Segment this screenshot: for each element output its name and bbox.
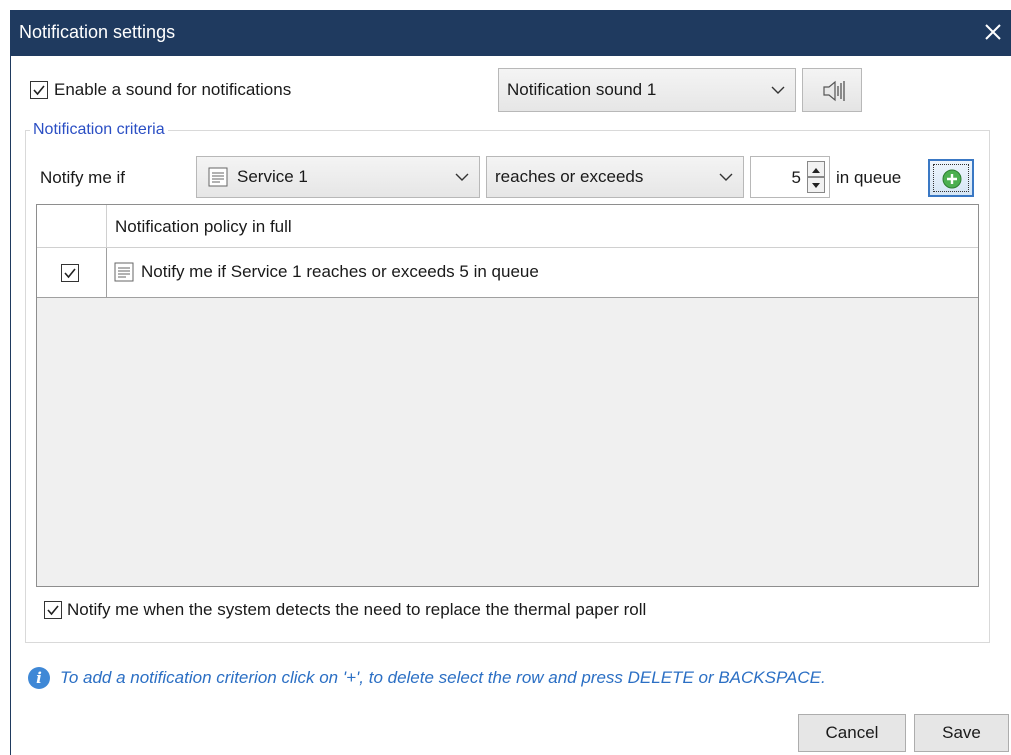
cancel-button[interactable]: Cancel bbox=[798, 714, 906, 752]
row-check-cell bbox=[37, 248, 107, 298]
in-queue-label: in queue bbox=[836, 168, 902, 187]
operator-select[interactable]: reaches or exceeds bbox=[486, 156, 744, 198]
column-header-policy: Notification policy in full bbox=[115, 217, 292, 236]
info-hint: i To add a notification criterion click … bbox=[28, 667, 826, 689]
table-row[interactable]: Notify me if Service 1 reaches or exceed… bbox=[37, 248, 978, 298]
chevron-down-icon bbox=[719, 173, 733, 181]
spin-down-icon bbox=[812, 183, 820, 188]
add-plus-icon bbox=[942, 169, 962, 189]
enable-sound-checkbox[interactable]: Enable a sound for notifications bbox=[30, 80, 291, 100]
chevron-down-icon bbox=[771, 86, 785, 94]
enable-sound-label: Enable a sound for notifications bbox=[54, 80, 292, 99]
threshold-spinner[interactable]: 5 bbox=[750, 156, 830, 198]
focus-rect bbox=[933, 164, 969, 192]
row-policy-text: Notify me if Service 1 reaches or exceed… bbox=[141, 262, 539, 281]
title-bar: Notification settings bbox=[11, 10, 1011, 56]
spin-up-button[interactable] bbox=[807, 161, 825, 177]
checkbox-checked-icon[interactable] bbox=[44, 601, 62, 619]
info-icon: i bbox=[28, 667, 50, 689]
thermal-paper-checkbox[interactable]: Notify me when the system detects the ne… bbox=[44, 600, 646, 620]
close-button[interactable] bbox=[978, 16, 1008, 48]
window-title: Notification settings bbox=[19, 22, 176, 42]
service-ticket-icon bbox=[208, 167, 228, 187]
chevron-down-icon bbox=[455, 173, 469, 181]
add-criterion-button[interactable] bbox=[928, 159, 974, 197]
thermal-paper-label: Notify me when the system detects the ne… bbox=[67, 600, 647, 619]
service-select[interactable]: Service 1 bbox=[196, 156, 480, 198]
notification-sound-value: Notification sound 1 bbox=[507, 80, 657, 99]
service-ticket-icon bbox=[114, 262, 134, 282]
close-icon bbox=[985, 24, 1001, 40]
spin-up-icon bbox=[812, 168, 820, 173]
notify-me-if-label: Notify me if bbox=[40, 168, 126, 187]
service-value: Service 1 bbox=[237, 167, 308, 186]
spin-down-button[interactable] bbox=[807, 177, 825, 193]
threshold-value[interactable]: 5 bbox=[792, 168, 801, 188]
operator-value: reaches or exceeds bbox=[495, 167, 644, 186]
checkbox-checked-icon[interactable] bbox=[61, 264, 79, 282]
save-button[interactable]: Save bbox=[914, 714, 1009, 752]
header-check-column bbox=[37, 205, 107, 248]
play-sound-button[interactable] bbox=[802, 68, 862, 112]
notification-criteria-title: Notification criteria bbox=[30, 121, 168, 139]
checkbox-checked-icon[interactable] bbox=[30, 81, 48, 99]
speaker-icon bbox=[823, 80, 845, 102]
notification-policy-table: Notification policy in full Notify me if… bbox=[36, 204, 979, 587]
table-header: Notification policy in full bbox=[37, 205, 978, 248]
notification-sound-select[interactable]: Notification sound 1 bbox=[498, 68, 796, 112]
info-text: To add a notification criterion click on… bbox=[60, 668, 826, 687]
